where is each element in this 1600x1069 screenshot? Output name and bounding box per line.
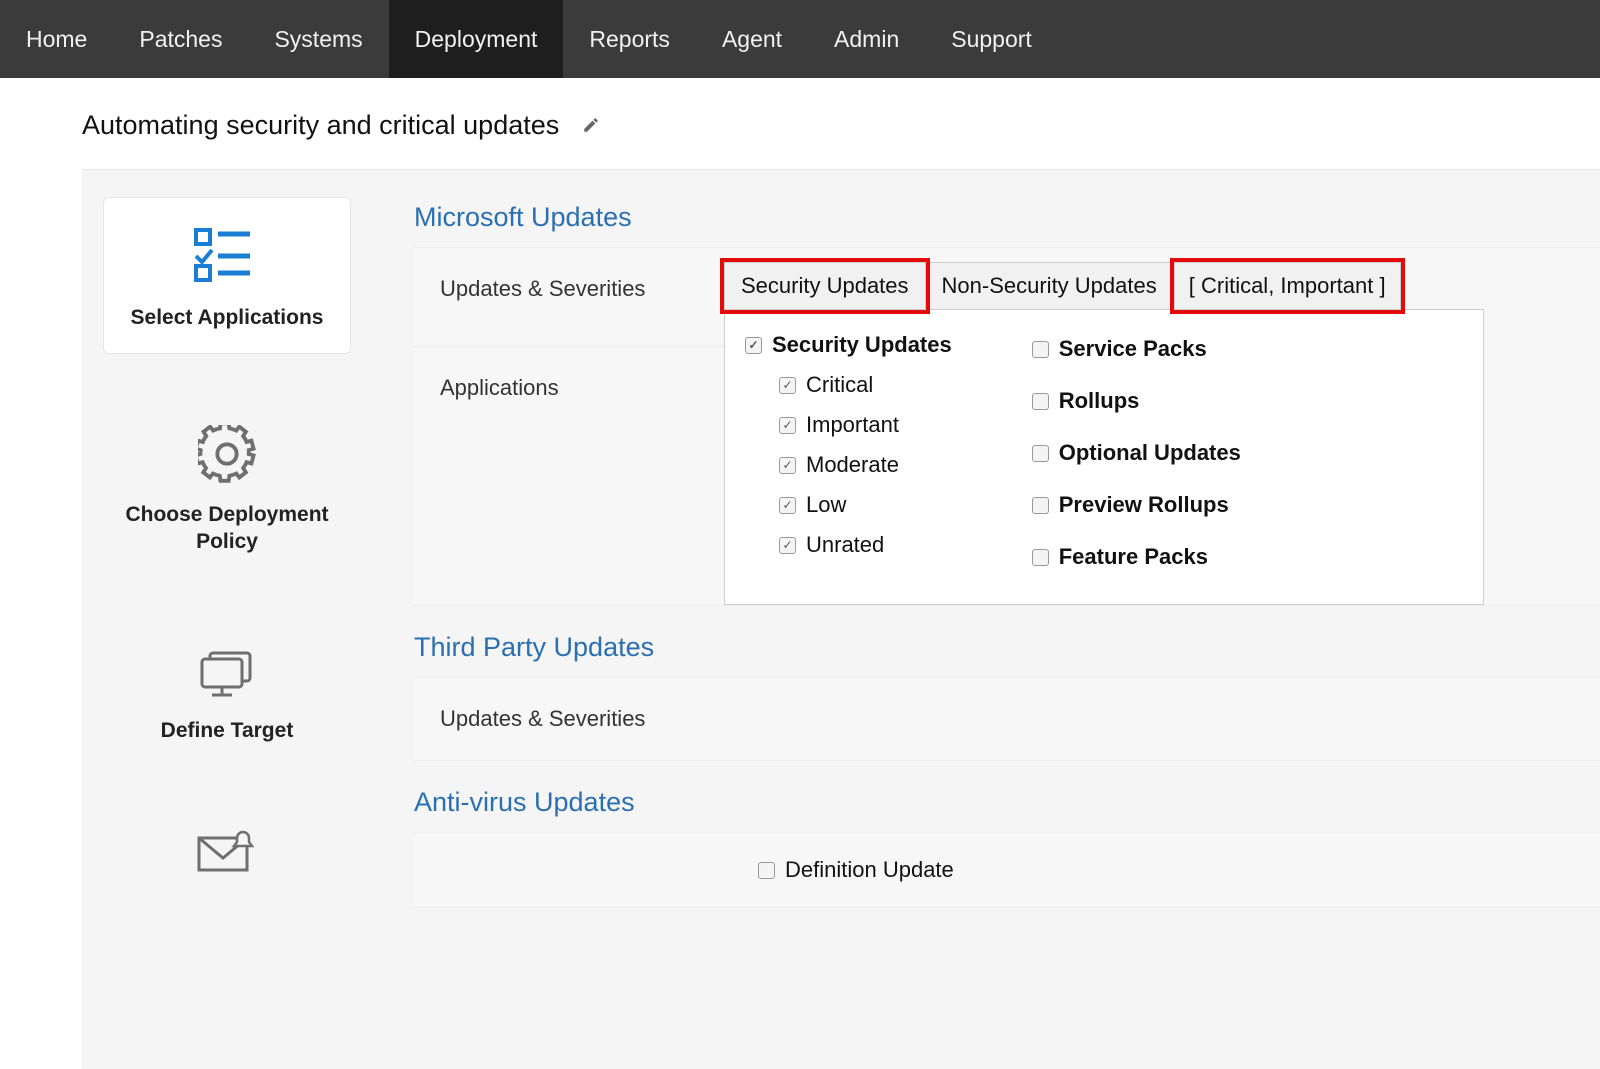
nav-item-reports[interactable]: Reports <box>563 0 696 78</box>
section-microsoft-heading: Microsoft Updates <box>414 202 1600 233</box>
checkbox-rollups[interactable]: Rollups <box>1032 388 1241 414</box>
monitor-icon <box>198 649 256 699</box>
selected-severity-summary[interactable]: [ Critical, Important ] <box>1174 263 1400 309</box>
row-label-applications[interactable]: Applications <box>414 346 724 429</box>
checkbox-optional-updates[interactable]: Optional Updates <box>1032 440 1241 466</box>
nav-item-home[interactable]: Home <box>0 0 113 78</box>
wizard-step-label: Define Target <box>114 718 340 744</box>
checkbox-icon <box>1032 393 1049 410</box>
checkbox-service-packs[interactable]: Service Packs <box>1032 336 1241 362</box>
gear-icon <box>198 425 256 483</box>
checkbox-moderate[interactable]: Moderate <box>779 452 952 478</box>
checkbox-critical[interactable]: Critical <box>779 372 952 398</box>
wizard-step-notify[interactable] <box>104 802 350 899</box>
nav-item-agent[interactable]: Agent <box>696 0 808 78</box>
checkbox-feature-packs[interactable]: Feature Packs <box>1032 544 1241 570</box>
checkbox-unrated[interactable]: Unrated <box>779 532 952 558</box>
nav-item-admin[interactable]: Admin <box>808 0 925 78</box>
antivirus-block: Definition Update <box>414 832 1600 908</box>
wizard-step-define-target[interactable]: Define Target <box>104 621 350 766</box>
top-nav: Home Patches Systems Deployment Reports … <box>0 0 1600 78</box>
checkbox-icon <box>758 862 775 879</box>
checkbox-icon <box>1032 341 1049 358</box>
pencil-icon[interactable] <box>582 116 600 134</box>
tab-security-updates[interactable]: Security Updates <box>725 263 926 309</box>
severity-left-col: Security Updates Critical Important Mode… <box>745 332 952 570</box>
wizard-step-select-applications[interactable]: Select Applications <box>104 198 350 353</box>
checkbox-icon <box>779 417 796 434</box>
page-title: Automating security and critical updates <box>82 110 559 141</box>
checkbox-important[interactable]: Important <box>779 412 952 438</box>
checkbox-icon <box>779 537 796 554</box>
wizard-step-label: Choose Deployment Policy <box>114 502 340 555</box>
checklist-icon <box>192 226 262 286</box>
mail-bell-icon <box>197 830 257 872</box>
checkbox-security-updates-group[interactable]: Security Updates <box>745 332 952 358</box>
checkbox-icon <box>1032 497 1049 514</box>
nav-item-systems[interactable]: Systems <box>248 0 388 78</box>
nav-item-deployment[interactable]: Deployment <box>389 0 564 78</box>
checkbox-low[interactable]: Low <box>779 492 952 518</box>
microsoft-block: Updates & Severities Security Updates No… <box>414 247 1600 606</box>
nav-item-patches[interactable]: Patches <box>113 0 248 78</box>
checkbox-icon <box>779 497 796 514</box>
severity-dropdown-panel: Security Updates Critical Important Mode… <box>724 309 1484 605</box>
row-label-updates-severities[interactable]: Updates & Severities <box>414 248 724 330</box>
section-thirdparty-heading: Third Party Updates <box>414 632 1600 663</box>
checkbox-icon <box>779 457 796 474</box>
row-label-tp-updates-severities[interactable]: Updates & Severities <box>414 678 724 760</box>
severity-right-col: Service Packs Rollups Optional Updates P… <box>1032 332 1241 570</box>
section-antivirus-heading: Anti-virus Updates <box>414 787 1600 818</box>
checkbox-icon <box>745 337 762 354</box>
checkbox-preview-rollups[interactable]: Preview Rollups <box>1032 492 1241 518</box>
checkbox-icon <box>1032 549 1049 566</box>
checkbox-icon <box>779 377 796 394</box>
tab-non-security-updates[interactable]: Non-Security Updates <box>926 263 1174 309</box>
wizard-sidebar: Select Applications Choose Deployment Po… <box>82 170 364 908</box>
wizard-step-label: Select Applications <box>114 305 340 331</box>
main-panel: Microsoft Updates Updates & Severities S… <box>364 170 1600 908</box>
checkbox-definition-update[interactable]: Definition Update <box>758 857 1600 883</box>
page-title-row: Automating security and critical updates <box>0 78 1600 141</box>
thirdparty-block: Updates & Severities <box>414 677 1600 761</box>
checkbox-icon <box>1032 445 1049 462</box>
wizard-step-choose-policy[interactable]: Choose Deployment Policy <box>104 397 350 577</box>
content-wrap: Select Applications Choose Deployment Po… <box>82 169 1600 1069</box>
severity-tabs: Security Updates Non-Security Updates [ … <box>724 262 1401 309</box>
nav-item-support[interactable]: Support <box>925 0 1058 78</box>
